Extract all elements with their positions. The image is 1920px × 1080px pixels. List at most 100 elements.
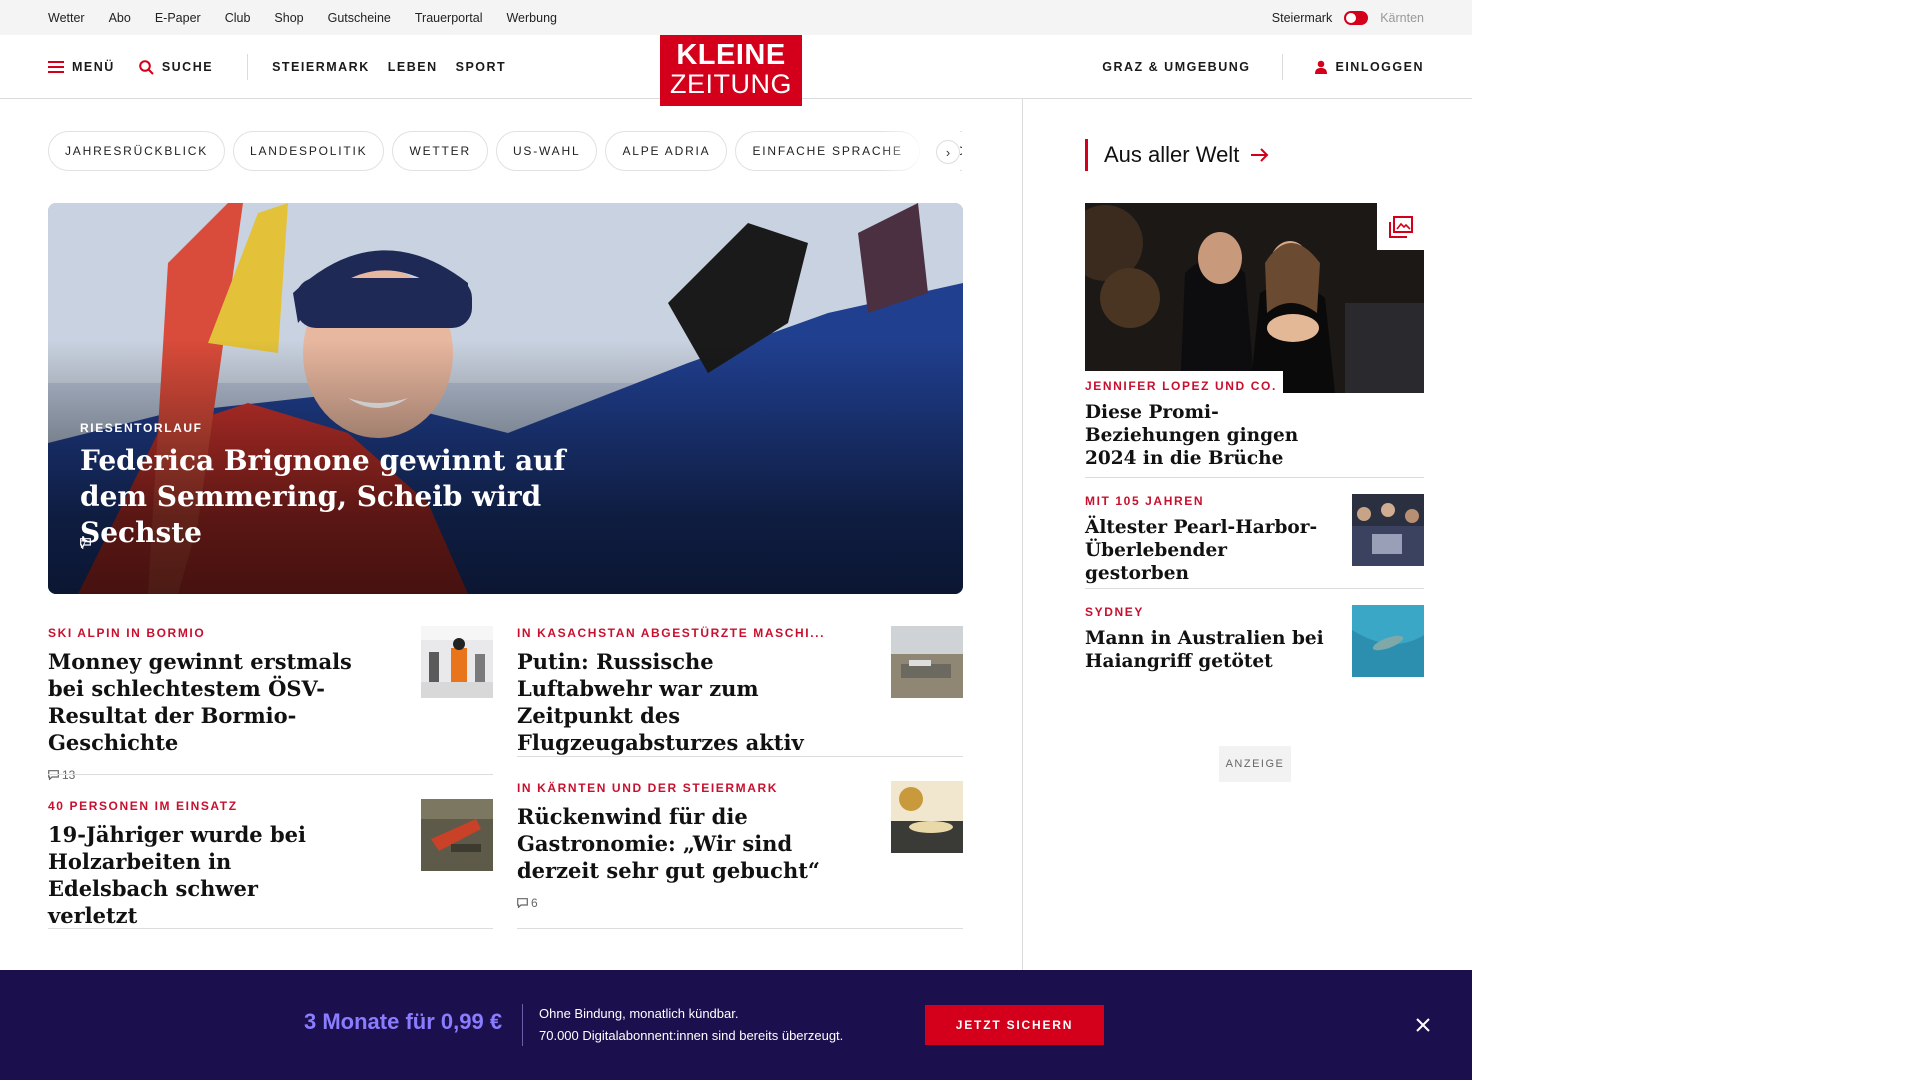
article-title[interactable]: Monney gewinnt erstmals bei schlechteste… xyxy=(48,648,378,756)
comment-count: 13 xyxy=(62,768,76,782)
article-card[interactable]: IN KÄRNTEN UND DER STEIERMARK Rückenwind… xyxy=(517,781,827,910)
utility-link-shop[interactable]: Shop xyxy=(274,11,303,25)
tag-landespolitik[interactable]: LANDESPOLITIK xyxy=(233,131,385,171)
sidebar-article-kicker: MIT 105 JAHREN xyxy=(1085,494,1205,508)
sidebar-thumbnail[interactable] xyxy=(1352,605,1424,677)
sidebar-article[interactable]: SYDNEY Mann in Australien bei Haiangriff… xyxy=(1085,605,1325,673)
kleine-zeitung-logo[interactable]: KLEINE ZEITUNG xyxy=(660,35,802,106)
tag-us-wahl[interactable]: US-WAHL xyxy=(495,131,598,171)
login-button[interactable]: EINLOGGEN xyxy=(1315,60,1424,74)
utility-links: Wetter Abo E-Paper Club Shop Gutscheine … xyxy=(48,0,557,35)
utility-bar: Wetter Abo E-Paper Club Shop Gutscheine … xyxy=(0,0,1472,35)
article-title[interactable]: Putin: Russische Luftabwehr war zum Zeit… xyxy=(517,648,827,756)
nav-steiermark[interactable]: STEIERMARK xyxy=(272,60,370,74)
thumbnail-image xyxy=(421,799,493,871)
article-thumbnail[interactable] xyxy=(891,781,963,853)
utility-link-wetter[interactable]: Wetter xyxy=(48,11,85,25)
nav-sport[interactable]: SPORT xyxy=(456,60,507,74)
article-card[interactable]: 40 PERSONEN IM EINSATZ 19-Jähriger wurde… xyxy=(48,799,318,929)
utility-link-abo[interactable]: Abo xyxy=(109,11,131,25)
subscription-banner: 3 Monate für 0,99 € Ohne Bindung, monatl… xyxy=(0,970,1472,1080)
article-title[interactable]: Rückenwind für die Gastronomie: „Wir sin… xyxy=(517,803,827,884)
article-divider xyxy=(48,774,493,775)
blank-area xyxy=(1472,0,1920,1080)
search-icon xyxy=(139,59,154,75)
article-comments[interactable]: 13 xyxy=(48,768,378,782)
lead-photo xyxy=(1085,203,1424,393)
article-kicker: SKI ALPIN IN BORMIO xyxy=(48,626,206,640)
sidebar-lead-kicker: JENNIFER LOPEZ UND CO. xyxy=(1085,379,1277,393)
article-card[interactable]: IN KASACHSTAN ABGESTÜRZTE MASCHI... Puti… xyxy=(517,626,827,756)
article-divider xyxy=(517,928,963,929)
hero-kicker: RIESENTORLAUF xyxy=(80,421,203,435)
utility-link-epaper[interactable]: E-Paper xyxy=(155,11,201,25)
region-steiermark[interactable]: Steiermark xyxy=(1272,11,1332,25)
comment-icon xyxy=(48,770,59,780)
comment-icon xyxy=(80,538,91,548)
comment-count: 6 xyxy=(531,896,538,910)
gallery-badge xyxy=(1377,203,1424,250)
hero-title[interactable]: Federica Brignone gewinnt auf dem Semmer… xyxy=(80,443,640,551)
article-kicker: IN KÄRNTEN UND DER STEIERMARK xyxy=(517,781,779,795)
article-card[interactable]: SKI ALPIN IN BORMIO Monney gewinnt erstm… xyxy=(48,626,378,782)
header-right: GRAZ & UMGEBUNG EINLOGGEN xyxy=(1102,35,1424,99)
promo-price: 3 Monate für 0,99 € xyxy=(304,1009,503,1034)
header-divider xyxy=(247,54,249,80)
utility-link-werbung[interactable]: Werbung xyxy=(506,11,557,25)
region-kaernten[interactable]: Kärnten xyxy=(1380,11,1424,25)
article-thumbnail[interactable] xyxy=(891,626,963,698)
thumbnail-image xyxy=(421,626,493,698)
article-divider xyxy=(517,756,963,757)
region-toggle[interactable] xyxy=(1344,10,1369,25)
close-banner-button[interactable] xyxy=(1408,1010,1438,1040)
sidebar-thumbnail[interactable] xyxy=(1352,494,1424,566)
article-kicker: 40 PERSONEN IM EINSATZ xyxy=(48,799,238,813)
page: Wetter Abo E-Paper Club Shop Gutscheine … xyxy=(0,0,1472,1080)
tags-next-button[interactable]: › xyxy=(936,140,960,164)
tag-wetter[interactable]: WETTER xyxy=(392,131,488,171)
sidebar-lead-title[interactable]: Diese Promi-Beziehungen gingen 2024 in d… xyxy=(1085,401,1335,470)
section-nav: STEIERMARK LEBEN SPORT xyxy=(272,60,506,74)
search-label: SUCHE xyxy=(161,60,214,74)
search-button[interactable]: SUCHE xyxy=(139,59,214,75)
article-title[interactable]: 19-Jähriger wurde bei Holzarbeiten in Ed… xyxy=(48,821,318,929)
sidebar-article-title[interactable]: Mann in Australien bei Haiangriff getöte… xyxy=(1085,627,1325,673)
utility-link-club[interactable]: Club xyxy=(225,11,251,25)
menu-label: MENÜ xyxy=(72,60,115,74)
hero-comments[interactable]: 7 xyxy=(80,538,91,552)
article-thumbnail[interactable] xyxy=(421,626,493,698)
topic-tags: JAHRESRÜCKBLICK LANDESPOLITIK WETTER US-… xyxy=(48,131,962,171)
hamburger-icon xyxy=(48,61,64,73)
sidebar-lead-image[interactable] xyxy=(1085,203,1424,393)
sidebar-divider xyxy=(1085,588,1424,589)
sidebar-article-title[interactable]: Ältester Pearl-Harbor-Überlebender gesto… xyxy=(1085,516,1325,585)
tag-jahresrueckblick[interactable]: JAHRESRÜCKBLICK xyxy=(48,131,226,171)
user-icon xyxy=(1315,60,1328,74)
article-thumbnail[interactable] xyxy=(421,799,493,871)
region-switch: Steiermark Kärnten xyxy=(1272,0,1424,35)
nav-leben[interactable]: LEBEN xyxy=(388,60,438,74)
promo-line-2: 70.000 Digitalabonnent:innen sind bereit… xyxy=(539,1028,844,1043)
sidebar-article-kicker: SYDNEY xyxy=(1085,605,1144,619)
hero-article[interactable]: RIESENTORLAUF Federica Brignone gewinnt … xyxy=(48,203,963,594)
ad-label: ANZEIGE xyxy=(1219,746,1291,782)
section-heading-aus-aller-welt[interactable]: Aus aller Welt xyxy=(1085,139,1269,171)
chevron-right-icon: › xyxy=(945,144,951,160)
sidebar-divider xyxy=(1085,477,1424,478)
login-label: EINLOGGEN xyxy=(1335,60,1424,74)
promo-line-1: Ohne Bindung, monatlich kündbar. xyxy=(539,1006,739,1021)
article-kicker: IN KASACHSTAN ABGESTÜRZTE MASCHI... xyxy=(517,626,825,640)
menu-button[interactable]: MENÜ xyxy=(48,60,115,74)
tag-alpe-adria[interactable]: ALPE ADRIA xyxy=(605,131,728,171)
region-link-graz[interactable]: GRAZ & UMGEBUNG xyxy=(1102,60,1250,74)
utility-link-gutscheine[interactable]: Gutscheine xyxy=(328,11,391,25)
promo-divider xyxy=(522,1004,523,1046)
thumbnail-image xyxy=(891,781,963,853)
subscribe-button[interactable]: JETZT SICHERN xyxy=(925,1005,1104,1045)
article-comments[interactable]: 6 xyxy=(517,896,827,910)
utility-link-trauerportal[interactable]: Trauerportal xyxy=(415,11,483,25)
sidebar-article[interactable]: MIT 105 JAHREN Ältester Pearl-Harbor-Übe… xyxy=(1085,494,1325,585)
thumbnail-image xyxy=(1352,494,1424,566)
gallery-icon xyxy=(1388,215,1413,238)
sidebar-lead-article[interactable]: JENNIFER LOPEZ UND CO. Diese Promi-Bezie… xyxy=(1085,379,1424,470)
